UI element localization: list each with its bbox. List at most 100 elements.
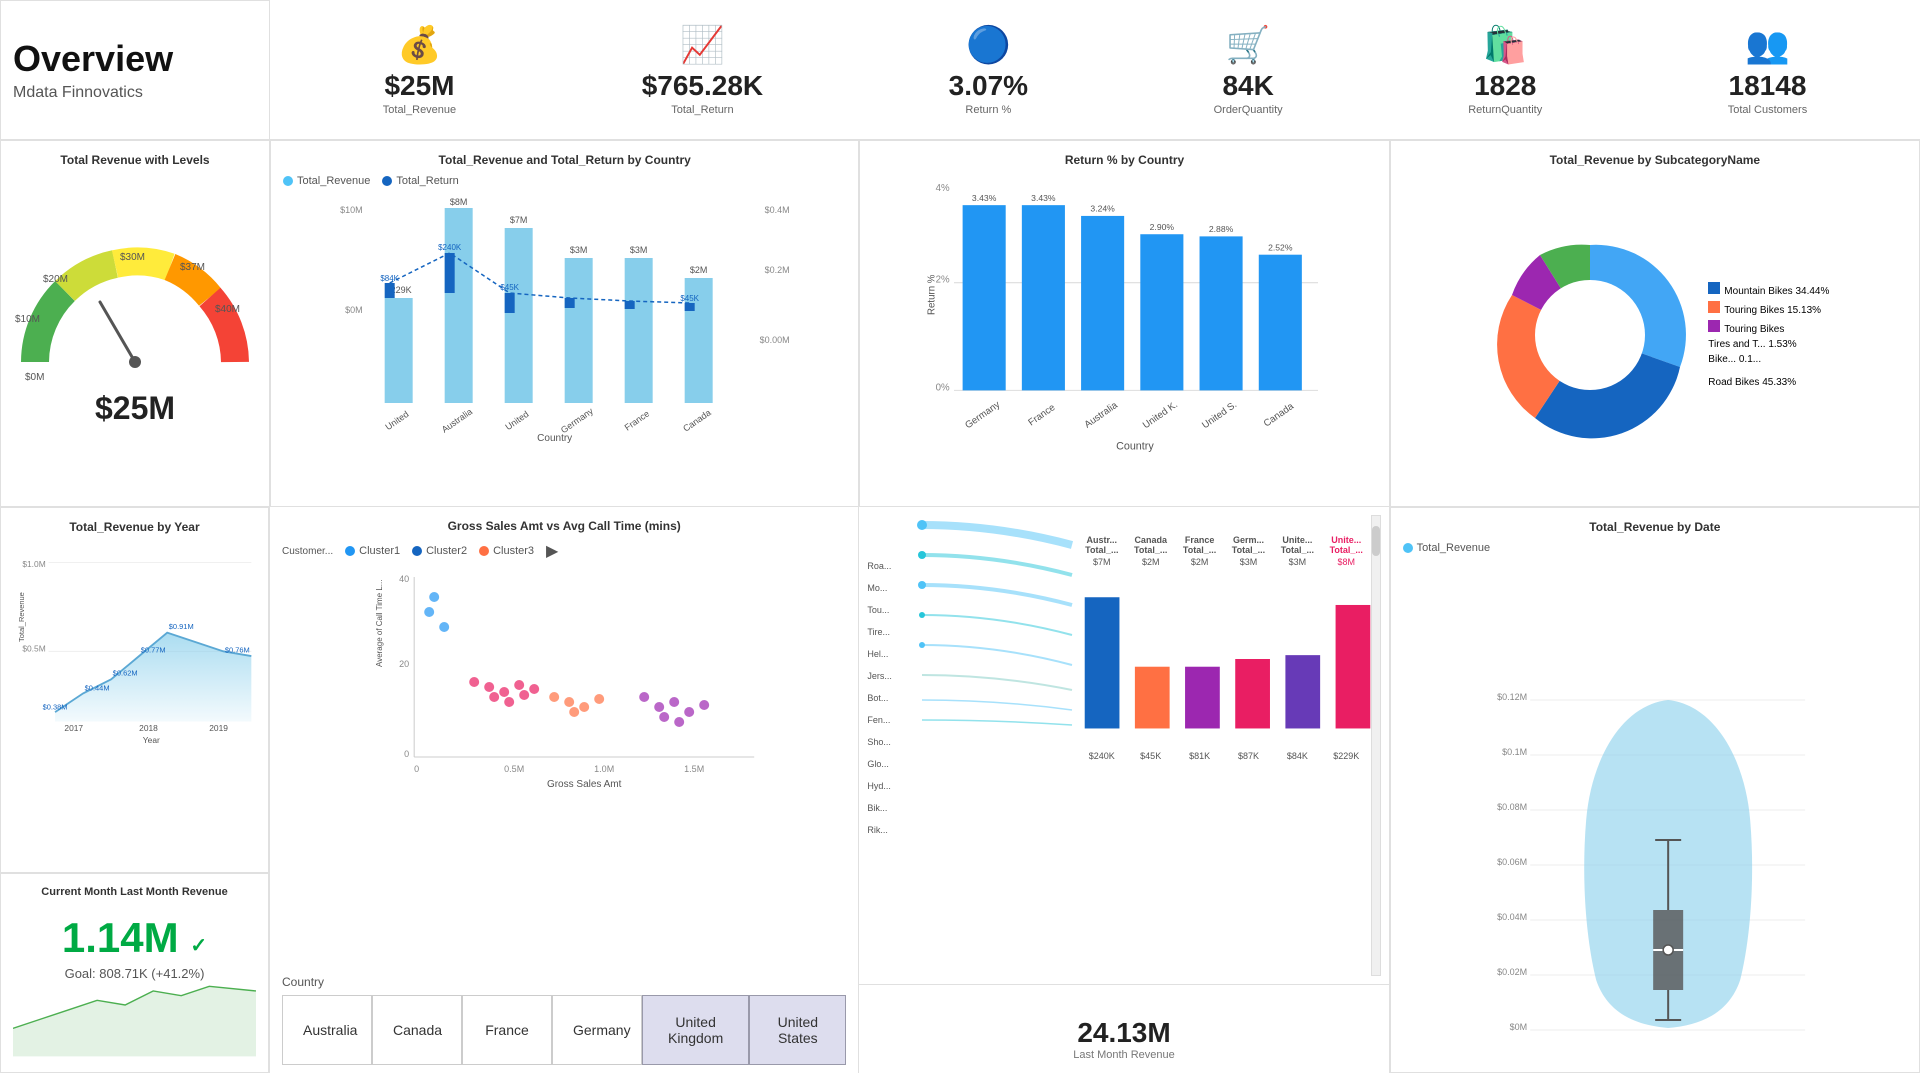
scatter-expand-icon[interactable]: ▶	[546, 541, 558, 561]
kpi-return-qty-label: ReturnQuantity	[1468, 104, 1542, 116]
svg-text:40: 40	[399, 574, 409, 584]
legend-road: Road Bikes 45.33%	[1708, 377, 1829, 388]
country-btn-us[interactable]: United States	[749, 995, 846, 1065]
country-btn-germany[interactable]: Germany	[552, 995, 642, 1065]
revenue-year-panel: Total_Revenue by Year $1.0M $0.5M Total_…	[0, 507, 269, 873]
revenue-country-chart: $10M $0M $0.4M $0.2M $0.00M $229K $84K $…	[283, 193, 846, 433]
order-icon: 🛒	[1226, 24, 1271, 66]
svg-text:0.5M: 0.5M	[504, 764, 524, 774]
gauge-title: Total Revenue with Levels	[13, 153, 257, 167]
violin-legend: Total_Revenue	[1403, 542, 1907, 554]
svg-text:2019: 2019	[209, 723, 228, 733]
svg-text:United S.: United S.	[1201, 399, 1240, 431]
svg-text:$0.08M: $0.08M	[1497, 802, 1527, 812]
svg-text:$0.5M: $0.5M	[22, 643, 45, 653]
brand-header: Overview Mdata Finnovatics	[0, 0, 270, 140]
kpi-pct-label: Return %	[965, 104, 1011, 116]
svg-text:2%: 2%	[936, 275, 950, 286]
scatter-svg: 40 20 0 Average of Call Time L... 0 0.5M…	[282, 567, 846, 797]
svg-text:1.0M: 1.0M	[594, 764, 614, 774]
legend-cluster1: Cluster1	[345, 545, 400, 557]
svg-text:$45K: $45K	[500, 283, 519, 292]
return-pct-panel: Return % by Country 4% 2% 0% Return % 3.…	[859, 140, 1389, 507]
gauge-svg: $0M $10M $20M $30M $37M $40M	[15, 242, 255, 382]
gauge-container: $0M $10M $20M $30M $37M $40M $25M	[13, 175, 257, 494]
revenue-icon: 💰	[397, 24, 442, 66]
country-filter-buttons[interactable]: Australia Canada France Germany United K…	[282, 995, 846, 1065]
svg-text:3.43%: 3.43%	[1032, 193, 1057, 203]
revenue-year-title: Total_Revenue by Year	[13, 520, 256, 534]
country-btn-canada[interactable]: Canada	[372, 995, 462, 1065]
svg-text:$0.00M: $0.00M	[760, 335, 790, 345]
country-btn-france[interactable]: France	[462, 995, 552, 1065]
matrix-row-labels: Roa... Mo... Tou... Tire... Hel... Jers.…	[867, 515, 917, 976]
kpi-customers: 👥 18148 Total Customers	[1728, 24, 1807, 116]
svg-text:Canada: Canada	[1262, 401, 1297, 430]
svg-text:Total_Revenue: Total_Revenue	[17, 592, 26, 642]
svg-text:$3M: $3M	[630, 245, 648, 255]
svg-text:2017: 2017	[64, 723, 83, 733]
revenue-country-panel: Total_Revenue and Total_Return by Countr…	[270, 140, 859, 507]
gauge-value: $25M	[95, 390, 175, 427]
svg-text:4%: 4%	[936, 183, 950, 194]
violin-title: Total_Revenue by Date	[1403, 520, 1907, 534]
svg-text:$2M: $2M	[690, 265, 708, 275]
donut-title: Total_Revenue by SubcategoryName	[1403, 153, 1907, 167]
svg-text:3.24%: 3.24%	[1091, 204, 1116, 214]
svg-text:Canada: Canada	[681, 407, 713, 433]
return-qty-icon: 🛍️	[1483, 24, 1528, 66]
country-btn-uk[interactable]: United Kingdom	[642, 995, 749, 1065]
country-btn-australia[interactable]: Australia	[282, 995, 372, 1065]
svg-text:$45K: $45K	[680, 294, 699, 303]
svg-text:$3M: $3M	[570, 245, 588, 255]
kpi-order-label: OrderQuantity	[1214, 104, 1283, 116]
return-pct-title: Return % by Country	[872, 153, 1376, 167]
kpi-customers-value: 18148	[1729, 70, 1807, 102]
svg-text:$20M: $20M	[43, 274, 68, 285]
svg-text:2.90%: 2.90%	[1150, 222, 1175, 232]
svg-text:Country: Country	[1116, 441, 1154, 453]
donut-panel: Total_Revenue by SubcategoryName Mountai…	[1390, 140, 1920, 507]
svg-text:$0.06M: $0.06M	[1497, 857, 1527, 867]
svg-text:Return %: Return %	[927, 274, 938, 315]
svg-text:Australia: Australia	[440, 406, 474, 434]
svg-text:$1.0M: $1.0M	[22, 559, 45, 569]
current-month-chart: 1.14M ✓ Goal: 808.71K (+41.2%)	[13, 906, 256, 1060]
revenue-legend: Total_Revenue Total_Return	[283, 175, 846, 187]
svg-text:$0.62M: $0.62M	[113, 669, 138, 678]
sankey-svg	[917, 515, 1077, 855]
scatter-panel: Gross Sales Amt vs Avg Call Time (mins) …	[270, 507, 858, 967]
svg-text:$0.76M: $0.76M	[225, 645, 250, 654]
legend-cluster3: Cluster3	[479, 545, 534, 557]
svg-text:$10M: $10M	[340, 205, 363, 215]
svg-text:1.5M: 1.5M	[684, 764, 704, 774]
legend-tires: Touring Bikes	[1708, 320, 1829, 335]
violin-panel: Total_Revenue by Date Total_Revenue $0M …	[1390, 507, 1920, 1073]
country-filter-label: Country	[282, 975, 846, 989]
return-pct-chart: 4% 2% 0% Return % 3.43% 3.43% 3.24% 2.90…	[872, 175, 1376, 455]
violin-svg: $0M $0.02M $0.04M $0.06M $0.08M $0.1M $0…	[1403, 560, 1907, 1060]
svg-text:Germany: Germany	[559, 406, 595, 436]
kpi-bar: 💰 $25M Total_Revenue 📈 $765.28K Total_Re…	[270, 0, 1920, 140]
gauge-panel: Total Revenue with Levels	[0, 140, 270, 507]
matrix-bars-svg	[1077, 569, 1370, 749]
svg-text:$84K: $84K	[380, 274, 399, 283]
revenue-country-title: Total_Revenue and Total_Return by Countr…	[283, 153, 846, 167]
svg-text:Country: Country	[537, 433, 572, 444]
brand-subtitle: Mdata Finnovatics	[13, 84, 257, 102]
svg-text:0%: 0%	[936, 382, 950, 393]
kpi-revenue-label: Total_Revenue	[383, 104, 456, 116]
bottom-left: Total_Revenue by Year $1.0M $0.5M Total_…	[0, 507, 270, 1073]
donut-legend: Mountain Bikes 34.44% Touring Bikes 15.1…	[1708, 282, 1829, 388]
kpi-return-label: Total_Return	[671, 104, 733, 116]
donut-svg	[1480, 225, 1700, 445]
matrix-scrollbar[interactable]	[1371, 515, 1381, 976]
svg-text:Australia: Australia	[1083, 400, 1121, 431]
legend-revenue-dot	[283, 176, 293, 186]
svg-text:$0.38M: $0.38M	[43, 702, 68, 711]
matrix-col-headers: Austr...Total_... CanadaTotal_... France…	[1077, 515, 1370, 555]
svg-text:United: United	[383, 409, 410, 432]
scatter-title: Gross Sales Amt vs Avg Call Time (mins)	[282, 519, 846, 533]
scatter-legend: Customer... Cluster1 Cluster2 Cluster3 ▶	[282, 541, 846, 561]
matrix-panel: Roa... Mo... Tou... Tire... Hel... Jers.…	[859, 507, 1388, 984]
